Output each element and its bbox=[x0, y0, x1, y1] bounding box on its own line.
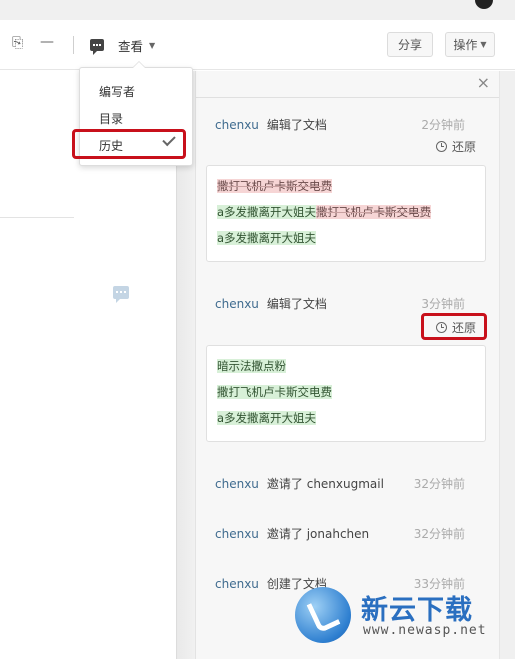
entry-action: 编辑了文档 bbox=[266, 118, 327, 132]
paperclip-icon[interactable]: ⎘ bbox=[12, 35, 23, 51]
entry-user[interactable]: chenxu bbox=[215, 577, 259, 591]
diff-inserted-text: 暗示法撒点粉 bbox=[217, 359, 286, 373]
diff-line: a多发撒离开大姐夫 bbox=[217, 411, 317, 426]
entry-user[interactable]: chenxu bbox=[215, 118, 259, 132]
restore-button[interactable]: 还原 bbox=[436, 136, 476, 156]
diff-line: 暗示法撒点粉 bbox=[217, 359, 286, 374]
entry-time: 32分钟前 bbox=[413, 477, 465, 491]
diff-box: 撒打飞机卢卡斯交电费 a多发撒离开大姐夫撒打飞机卢卡斯交电费 a多发撒离开大姐夫 bbox=[206, 165, 486, 262]
history-entry: chenxu 邀请了 chenxugmail 32分钟前 bbox=[215, 475, 485, 495]
chevron-down-icon: ▼ bbox=[480, 40, 487, 49]
watermark-url: www.newasp.net bbox=[363, 623, 487, 638]
history-entry: chenxu 编辑了文档 3分钟前 bbox=[215, 295, 485, 315]
restore-label: 还原 bbox=[452, 139, 477, 154]
diff-inserted-text: a多发撒离开大姐夫 bbox=[217, 231, 317, 245]
diff-deleted-text: 撒打飞机卢卡斯交电费 bbox=[217, 179, 332, 193]
logo-icon bbox=[295, 587, 351, 643]
entry-action: 编辑了文档 bbox=[266, 297, 327, 311]
history-panel: × chenxu 编辑了文档 2分钟前 还原 撒打飞机卢卡斯交电费 a多发撒离开大… bbox=[195, 71, 500, 659]
chevron-down-icon: ▼ bbox=[149, 40, 156, 50]
watermark-logo: 新云下载 www.newasp.net bbox=[295, 585, 515, 659]
watermark-brand: 新云下载 bbox=[361, 595, 473, 626]
entry-user[interactable]: chenxu bbox=[215, 527, 259, 541]
diff-line: a多发撒离开大姐夫 bbox=[217, 231, 317, 246]
diff-line: 撒打飞机卢卡斯交电费 bbox=[217, 385, 332, 400]
toolbar-divider bbox=[73, 36, 74, 54]
toolbar: ⎘ — 查看 ▼ 分享 操作 ▼ bbox=[0, 20, 515, 70]
menu-item-outline[interactable]: 目录 bbox=[99, 110, 123, 127]
history-entry: chenxu 编辑了文档 2分钟前 bbox=[215, 116, 485, 136]
top-strip bbox=[0, 0, 515, 20]
history-icon bbox=[436, 140, 447, 152]
avatar[interactable] bbox=[475, 0, 493, 9]
entry-action: 邀请了 jonahchen bbox=[266, 527, 370, 541]
comment-icon[interactable] bbox=[113, 286, 129, 303]
share-button[interactable]: 分享 bbox=[387, 32, 433, 57]
highlight-box bbox=[421, 313, 487, 340]
entry-user[interactable]: chenxu bbox=[215, 477, 259, 491]
document-divider bbox=[0, 217, 74, 218]
diff-box: 暗示法撒点粉 撒打飞机卢卡斯交电费 a多发撒离开大姐夫 bbox=[206, 345, 486, 442]
history-panel-header: × bbox=[196, 71, 500, 98]
diff-line: 撒打飞机卢卡斯交电费 bbox=[217, 179, 332, 194]
comment-icon bbox=[90, 39, 104, 55]
entry-time: 32分钟前 bbox=[413, 527, 465, 541]
actions-button[interactable]: 操作 ▼ bbox=[445, 32, 495, 57]
scrollbar[interactable] bbox=[499, 71, 515, 659]
dash-icon[interactable]: — bbox=[40, 34, 54, 50]
highlight-box bbox=[72, 129, 186, 159]
history-entry: chenxu 邀请了 jonahchen 32分钟前 bbox=[215, 525, 485, 545]
menu-item-authors[interactable]: 编写者 bbox=[99, 83, 135, 100]
entry-action: 邀请了 chenxugmail bbox=[266, 477, 384, 491]
diff-inserted-text: a多发撒离开大姐夫 bbox=[217, 205, 317, 219]
close-icon[interactable]: × bbox=[477, 73, 490, 93]
actions-label: 操作 bbox=[453, 38, 478, 52]
diff-deleted-text: 撒打飞机卢卡斯交电费 bbox=[316, 205, 432, 219]
diff-line: a多发撒离开大姐夫撒打飞机卢卡斯交电费 bbox=[217, 205, 432, 220]
entry-time: 2分钟前 bbox=[421, 118, 465, 132]
entry-time: 3分钟前 bbox=[421, 297, 465, 311]
diff-inserted-text: a多发撒离开大姐夫 bbox=[217, 411, 317, 425]
view-label: 查看 bbox=[118, 38, 144, 54]
view-menu-button[interactable]: 查看 ▼ bbox=[90, 35, 155, 55]
entry-user[interactable]: chenxu bbox=[215, 297, 259, 311]
diff-inserted-text: 撒打飞机卢卡斯交电费 bbox=[217, 385, 332, 399]
